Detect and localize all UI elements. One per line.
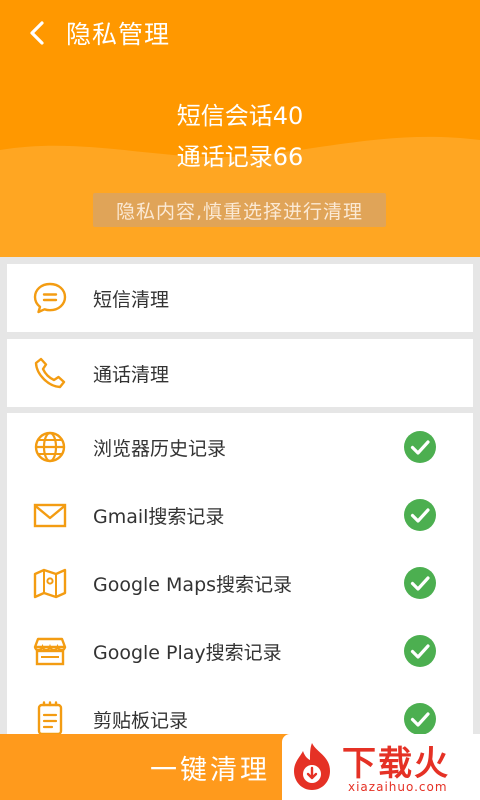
watermark-url: xiazaihuo.com [348,780,448,794]
call-count: 通话记录66 [176,143,304,171]
chevron-left-icon [30,21,44,45]
sms-cleanup-row[interactable]: 短信清理 [7,264,473,332]
back-button[interactable] [14,9,62,57]
top-bar: 隐私管理 [0,0,480,66]
call-cleanup-card[interactable]: 通话清理 [7,339,473,407]
sms-count: 短信会话40 [176,102,304,130]
fire-logo-icon [294,743,330,790]
call-cleanup-label: 通话清理 [93,363,170,386]
page-title: 隐私管理 [66,20,171,49]
watermark-brand: 下载火 [342,744,450,784]
list-item-label: Gmail搜索记录 [93,505,225,528]
list-item-label: Google Maps搜索记录 [93,573,293,596]
list-item-maps-search[interactable]: Google Maps搜索记录 [7,549,473,617]
check-circle-icon[interactable] [403,634,437,668]
clipboard-icon [30,699,70,739]
list-item-label: 浏览器历史记录 [93,437,227,460]
records-card: 浏览器历史记录 Gmail搜索记录 Google Maps搜索记录 Google… [7,413,473,743]
check-circle-icon[interactable] [403,498,437,532]
privacy-notice: 隐私内容,慎重选择进行清理 [93,193,386,227]
call-cleanup-row[interactable]: 通话清理 [7,339,473,407]
list-item-label: Google Play搜索记录 [93,641,282,664]
sms-cleanup-label: 短信清理 [93,288,170,311]
check-circle-icon[interactable] [403,702,437,736]
globe-icon [30,427,70,467]
phone-icon [30,353,70,393]
store-icon [30,631,70,671]
list-item-label: 剪贴板记录 [93,709,189,732]
mail-icon [30,495,70,535]
one-key-clean-label: 一键清理 [150,754,270,786]
list-item-gmail-search[interactable]: Gmail搜索记录 [7,481,473,549]
chat-bubble-icon [30,278,70,318]
sms-cleanup-card[interactable]: 短信清理 [7,264,473,332]
list-item-browser-history[interactable]: 浏览器历史记录 [7,413,473,481]
list-item-play-search[interactable]: Google Play搜索记录 [7,617,473,685]
check-circle-icon[interactable] [403,430,437,464]
check-circle-icon[interactable] [403,566,437,600]
watermark: 下载火 xiazaihuo.com [282,734,480,800]
header-area: 隐私管理 短信会话40 通话记录66 隐私内容,慎重选择进行清理 [0,0,480,257]
map-icon [30,563,70,603]
